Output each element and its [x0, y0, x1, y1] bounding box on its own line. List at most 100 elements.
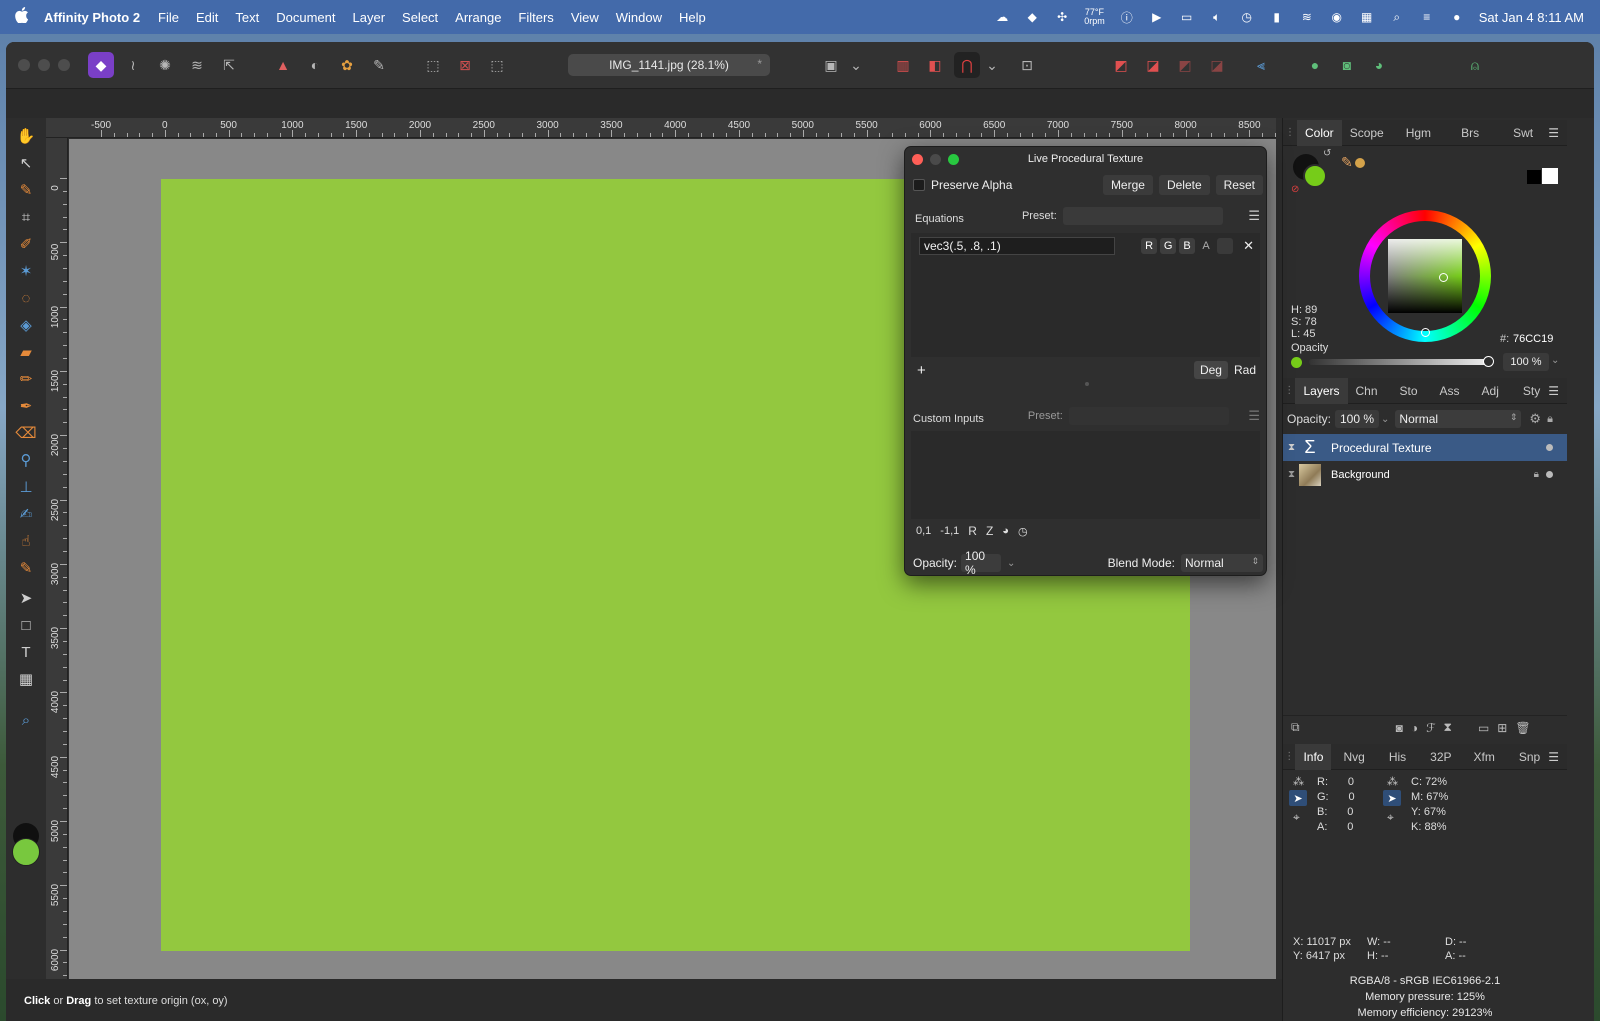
equations-preset-select[interactable] — [1062, 207, 1223, 225]
add-range-neg1-1-button[interactable]: -1,1 — [940, 525, 959, 537]
resize-handle[interactable] — [1085, 382, 1089, 386]
hue-handle[interactable] — [1421, 328, 1430, 337]
channel-blank-toggle[interactable] — [1217, 238, 1234, 254]
move-tool-icon[interactable]: ↖ — [14, 151, 38, 175]
gradient-tool-icon[interactable]: ▰ — [14, 340, 38, 364]
tab-transform[interactable]: Xfm — [1466, 744, 1503, 770]
layer-fx-icon[interactable]: ⧗ — [1288, 442, 1295, 453]
swap-colors-icon[interactable]: ↺ — [1323, 148, 1331, 159]
tone-mapping-persona-icon[interactable]: ≋ — [184, 52, 210, 78]
grid-snapping-icon[interactable]: ▥ — [890, 52, 916, 78]
panel-menu-icon[interactable]: ☰ — [1548, 384, 1559, 398]
primary-color-swatch[interactable] — [1303, 164, 1327, 188]
tab-history[interactable]: His — [1381, 744, 1414, 770]
zoom-tool-icon[interactable]: ⌕ — [14, 708, 38, 732]
window-zoom-button[interactable] — [58, 59, 70, 71]
mesh-warp-tool-icon[interactable]: ▦ — [14, 667, 38, 691]
add-shape-icon[interactable]: ● — [1302, 52, 1328, 78]
dialog-titlebar[interactable]: Live Procedural Texture — [905, 147, 1266, 171]
tab-brushes[interactable]: Brs — [1453, 120, 1487, 146]
crop-tool-icon[interactable]: ⌗ — [14, 205, 38, 229]
panel-menu-icon[interactable]: ☰ — [1548, 126, 1559, 140]
quick-mask-menu-icon[interactable]: ⌄ — [850, 52, 862, 78]
document-tab[interactable]: IMG_1141.jpg (28.1%) * — [568, 54, 770, 76]
color-format-icon[interactable]: ⁂ — [1293, 775, 1304, 788]
flood-fill-tool-icon[interactable]: ◈ — [14, 313, 38, 337]
radians-toggle[interactable]: Rad — [1228, 361, 1262, 379]
custom-inputs-menu-icon[interactable]: ☰ — [1248, 408, 1260, 424]
menubar-clock[interactable]: Sat Jan 4 8:11 AM — [1479, 10, 1584, 25]
creative-cloud-icon[interactable]: ☁ — [994, 10, 1010, 24]
layer-visibility-dot[interactable] — [1546, 444, 1553, 451]
layer-name[interactable]: Background — [1331, 469, 1390, 481]
layer-opacity-menu-icon[interactable]: ⌄ — [1381, 414, 1389, 425]
white-swatch[interactable] — [1542, 168, 1558, 184]
opacity-slider[interactable] — [1309, 359, 1489, 365]
menu-text[interactable]: Text — [235, 10, 259, 25]
rectangle-tool-icon[interactable]: □ — [14, 613, 38, 637]
dialog-zoom-button[interactable] — [948, 153, 959, 165]
layer-lock-icon[interactable]: 🔒︎ — [1547, 413, 1553, 426]
eyedropper-icon[interactable]: ✎ — [1341, 154, 1353, 171]
account-icon[interactable]: ⍝ — [1462, 52, 1488, 78]
quick-mask-icon[interactable]: ▣ — [818, 52, 844, 78]
dialog-close-button[interactable] — [912, 153, 923, 165]
dialog-opacity-field[interactable]: 100 % — [961, 549, 1002, 575]
layer-locked-icon[interactable]: 🔒︎ — [1534, 469, 1539, 480]
tab-styles[interactable]: Sty — [1515, 378, 1548, 404]
snapping-icon[interactable]: ⋂ — [954, 52, 980, 78]
mask-layer-icon[interactable]: ◙ — [1396, 721, 1403, 735]
time-machine-icon[interactable]: ◷ — [1239, 10, 1255, 24]
move-to-front-icon[interactable]: ◪ — [1204, 52, 1230, 78]
split-view-icon[interactable]: ◧ — [922, 52, 948, 78]
liquify-persona-icon[interactable]: ≀ — [120, 52, 146, 78]
siri-icon[interactable]: ● — [1449, 10, 1465, 24]
layer-visibility-dot[interactable] — [1546, 471, 1553, 478]
add-equation-icon[interactable]: + — [917, 362, 926, 379]
spotlight-search-icon[interactable]: ⌕ — [1389, 10, 1405, 24]
flood-select-tool-icon[interactable]: ✶ — [14, 259, 38, 283]
reset-button[interactable]: Reset — [1215, 175, 1263, 195]
inpainting-brush-tool-icon[interactable]: ✎ — [14, 556, 38, 580]
hex-value[interactable]: 76CC19 — [1513, 333, 1553, 345]
channel-b-toggle[interactable]: B — [1179, 238, 1196, 254]
auto-colors-icon[interactable]: ✿ — [334, 52, 360, 78]
add-pixel-layer-icon[interactable]: ⊞ — [1497, 721, 1507, 735]
dialog-blend-mode-select[interactable]: Normal ⇕ — [1181, 554, 1263, 572]
assistant-icon[interactable]: ⊡ — [1014, 52, 1040, 78]
accessibility-icon[interactable]: ⓘ — [1119, 10, 1135, 25]
tab-histogram[interactable]: Hgm — [1398, 120, 1439, 146]
panel-grip-icon[interactable]: ⋮ — [1283, 127, 1297, 138]
select-all-icon[interactable]: ⬚ — [420, 52, 446, 78]
layer-name[interactable]: Procedural Texture — [1331, 441, 1432, 455]
adjustment-layer-icon[interactable]: ◑ — [1411, 721, 1418, 735]
panel-grip-icon[interactable]: ⋮ — [1283, 751, 1295, 762]
add-z-input-button[interactable]: Z — [986, 524, 993, 538]
window-close-button[interactable] — [18, 59, 30, 71]
auto-contrast-icon[interactable]: ◐ — [302, 52, 328, 78]
layer-settings-gear-icon[interactable]: ⚙ — [1529, 411, 1541, 427]
degrees-toggle[interactable]: Deg — [1193, 361, 1228, 379]
align-icon[interactable]: ⫷ — [1248, 52, 1274, 78]
tab-swatches[interactable]: Swt — [1505, 120, 1541, 146]
color-replacement-tool-icon[interactable]: ✒ — [14, 394, 38, 418]
color-opacity-field[interactable]: 100 % — [1503, 353, 1549, 371]
remove-equation-icon[interactable]: ✕ — [1243, 238, 1254, 254]
text-tool-icon[interactable]: T — [14, 640, 38, 664]
add-r-input-button[interactable]: R — [968, 524, 977, 538]
live-filter-layer-icon[interactable]: ℱ — [1426, 721, 1435, 735]
opacity-slider-handle[interactable] — [1483, 356, 1494, 367]
delete-layer-icon[interactable]: 🗑︎ — [1515, 721, 1530, 735]
invert-selection-icon[interactable]: ⬚ — [484, 52, 510, 78]
tab-info[interactable]: Info — [1295, 743, 1332, 770]
menu-document[interactable]: Document — [276, 10, 335, 25]
horizontal-ruler[interactable]: -500 0 500 1000 1500 2000 2500 3000 3500 4000 4500… — [46, 118, 1276, 138]
equations-menu-icon[interactable]: ☰ — [1248, 208, 1260, 224]
intersect-shape-icon[interactable]: ◕ — [1366, 52, 1392, 78]
clone-brush-tool-icon[interactable]: ⊥ — [14, 475, 38, 499]
vertical-ruler[interactable]: 0 500 1000 1500 2000 2500 3000 3500 4000 4500 5000… — [46, 138, 68, 1000]
channel-a-toggle[interactable]: A — [1198, 238, 1214, 254]
keyboard-icon[interactable]: ▦ — [1359, 10, 1375, 24]
delete-button[interactable]: Delete — [1158, 175, 1210, 195]
fx-layer-icon[interactable]: ⧗ — [1444, 720, 1452, 735]
